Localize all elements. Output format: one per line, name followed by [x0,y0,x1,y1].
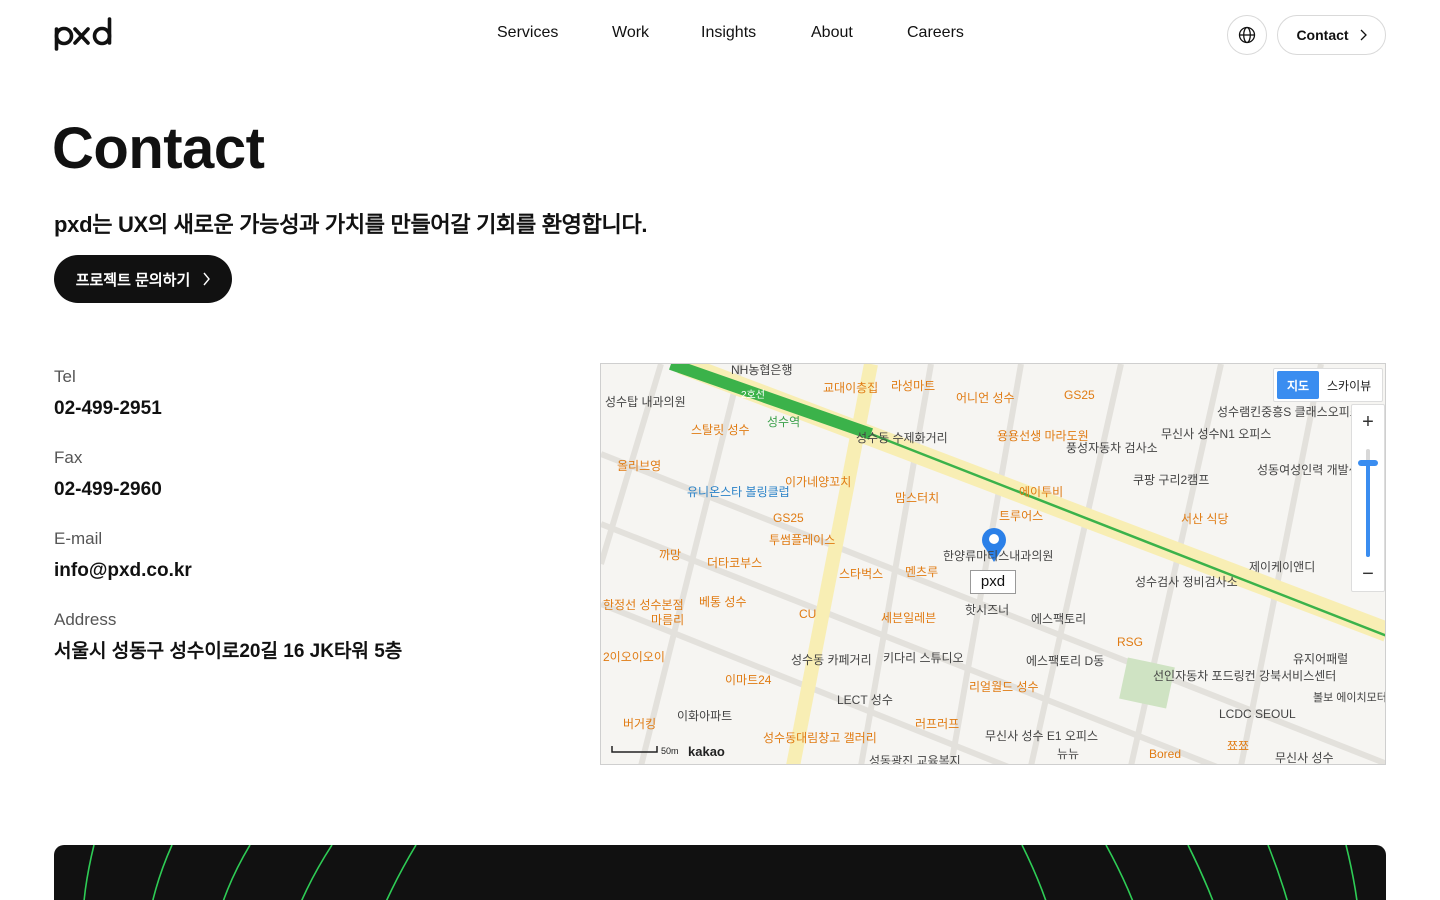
map-label: 까망 [659,548,682,562]
tel-value: 02-499-2951 [54,398,162,419]
map-label: 에스팩토리 D동 [1026,654,1105,668]
map-label: 에이투비 [1019,485,1064,499]
map-label: 제이케이앤디 [1249,560,1316,574]
map-label: 한양류마티스내과의원 [943,549,1054,563]
map-label: RSG [1117,635,1144,649]
fax-label: Fax [54,448,83,467]
globe-icon [1238,26,1256,44]
map-label: 무신사 성수 [1275,751,1334,765]
map-label: 성동광진 교육복지 [869,754,961,765]
map-label: 2호선 [741,390,765,401]
map-label: CU [799,607,817,621]
chevron-right-icon [1360,29,1367,41]
map-label: NH농협은행 [731,363,793,377]
map-label: 마름리 [651,613,685,627]
map-scale-label: 50m [661,746,679,756]
email-value[interactable]: info@pxd.co.kr [54,558,192,584]
zoom-slider-handle[interactable] [1358,460,1378,466]
map-label: 볼보 에이치모터스 성수 서비스센터 [1313,692,1386,704]
map-label: 스탈릿 성수 [691,423,750,437]
zoom-level-fill [1366,462,1370,557]
page-title: Contact [52,116,265,181]
pxd-logo[interactable]: pxd [54,16,114,52]
map-label: 맘스터치 [895,491,940,505]
map-label: Bored [1149,747,1182,761]
map-label: 성수동 수제화거리 [856,431,948,445]
map-label: 이가네양꼬치 [785,475,852,489]
map-label: 뉴뉴 [1057,747,1080,761]
location-map[interactable]: NH농협은행 교대이층집 라성마트 어니언 성수 GS25 성수탑 내과의원 2… [600,363,1386,765]
language-button[interactable] [1227,15,1267,55]
map-type-map-button[interactable]: 지도 [1277,371,1319,399]
map-label: GS25 [773,511,804,525]
footer-decoration [83,845,1358,900]
map-label: 성수램킨중흥S 클래스오피스텔 [1217,405,1372,419]
map-label: 올리브영 [617,459,662,473]
kakao-logo[interactable]: kakao [688,744,725,759]
map-label: LECT 성수 [837,693,893,707]
map-label: 더타코부스 [707,556,763,570]
map-label: LCDC SEOUL [1219,707,1296,721]
tel-label: Tel [54,367,76,386]
map-label: 성수동대림창고 갤러리 [763,731,877,745]
map-label: 한정선 성수본점 [603,598,684,612]
project-inquiry-label: 프로젝트 문의하기 [75,271,191,289]
map-label: 투썸플레이스 [769,533,836,547]
map-label: 세븐일레븐 [881,611,937,625]
main-nav: Services Work Insights About Careers [0,24,1440,48]
map-label: 2이오이오이 [603,650,665,664]
map-label: 베통 성수 [699,595,747,609]
map-label: 라성마트 [891,379,936,393]
map-label: 핫시즈너 [965,603,1010,617]
footer-banner [54,845,1386,900]
fax-value: 02-499-2960 [54,479,162,500]
map-type-toggle: 지도 스카이뷰 [1273,368,1383,402]
map-label: 쿠팡 구리2캠프 [1133,473,1210,487]
map-label: 성수검사 정비검사소 [1135,575,1238,589]
address-label: Address [54,610,117,629]
map-label: 유지어패럴 [1293,652,1349,666]
nav-work[interactable]: Work [612,24,649,42]
map-label: 무신사 성수 E1 오피스 [985,729,1099,743]
map-label: 키다리 스튜디오 [883,651,964,665]
map-label: 트루어스 [999,509,1044,523]
map-label: 멘츠루 [905,565,939,579]
map-label: GS25 [1064,388,1095,402]
nav-insights[interactable]: Insights [701,24,756,42]
map-label: 스타벅스 [839,567,884,581]
nav-services[interactable]: Services [497,24,558,42]
nav-about[interactable]: About [811,24,853,42]
map-label: 서산 식당 [1181,512,1229,526]
map-label: 러프러프 [915,717,960,731]
contact-button[interactable]: Contact [1277,15,1386,55]
map-label: 성수동 카페거리 [791,653,872,667]
zoom-control: + − [1351,404,1385,592]
project-inquiry-button[interactable]: 프로젝트 문의하기 [54,255,232,303]
tagline: pxd는 UX의 새로운 가능성과 가치를 만들어갈 기회를 환영합니다. [54,212,648,237]
map-label: 유니온스타 볼링클럽 [687,485,790,499]
nav-careers[interactable]: Careers [907,24,964,42]
map-label: 교대이층집 [823,381,879,395]
map-label: 이마트24 [725,673,772,687]
map-pin-label: pxd [970,570,1016,594]
map-label: 이화아파트 [677,709,733,723]
map-label: 성수탑 내과의원 [605,395,686,409]
map-label: 버거킹 [623,717,657,731]
map-label: 성수역 [767,415,801,429]
map-label: 풍성자동차 검사소 [1066,441,1158,455]
email-label: E-mail [54,529,103,548]
contact-button-label: Contact [1296,27,1349,43]
map-label: 무신사 성수N1 오피스 [1161,427,1272,441]
map-type-skyview-button[interactable]: 스카이뷰 [1323,377,1371,394]
map-label: 쬬쬬 [1227,739,1250,753]
zoom-out-button[interactable]: − [1352,559,1384,589]
map-label: 리얼월드 성수 [969,680,1039,694]
chevron-right-icon [203,272,211,286]
zoom-in-button[interactable]: + [1352,407,1384,437]
map-label: 어니언 성수 [956,391,1015,405]
map-label: 에스팩토리 [1031,612,1087,626]
map-label: 선인자동차 포드링컨 강북서비스센터 [1153,669,1337,683]
address-value: 서울시 성동구 성수이로20길 16 JK타워 5층 [54,641,403,662]
